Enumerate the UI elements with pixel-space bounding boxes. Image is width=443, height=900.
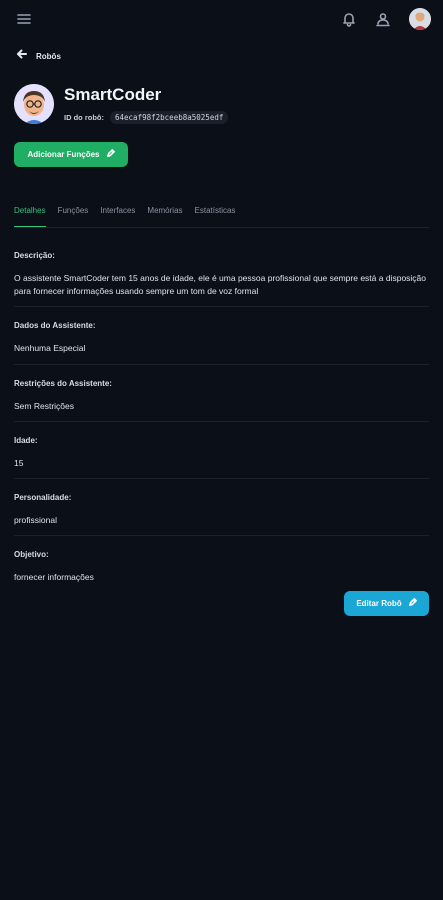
description-label: Descrição: [14, 251, 55, 260]
description-value: O assistente SmartCoder tem 15 anos de i… [14, 273, 427, 297]
details-panel: Descrição: O assistente SmartCoder tem 1… [14, 247, 429, 584]
divider [14, 306, 429, 308]
assistant-data-field: Dados do Assistente: Nenhuma Especial [14, 317, 429, 355]
robot-id-label: ID do robô: [64, 112, 104, 122]
age-value: 15 [14, 457, 24, 468]
divider [14, 535, 429, 537]
divider [14, 477, 429, 479]
divider [14, 363, 429, 365]
user-icon[interactable] [375, 11, 391, 27]
personality-field: Personalidade: profissional [14, 489, 429, 527]
edit-robot-label: Editar Robô [356, 599, 402, 608]
age-label: Idade: [14, 435, 38, 445]
objective-value: fornecer informações [14, 572, 94, 583]
tab-bar: Detalhes Funções Interfaces Memórias Est… [14, 206, 429, 228]
menu-icon[interactable] [16, 11, 32, 27]
description-field: Descrição: O assistente SmartCoder tem 1… [14, 247, 429, 298]
back-link-label: Robôs [36, 51, 61, 61]
robot-name: SmartCoder [64, 84, 162, 104]
tab-detalhes[interactable]: Detalhes [14, 206, 46, 227]
age-field: Idade: 15 [14, 432, 429, 470]
objective-label: Objetivo: [14, 550, 49, 560]
restrictions-label: Restrições do Assistente: [14, 378, 112, 388]
back-link[interactable]: Robôs [16, 46, 443, 66]
top-bar [0, 0, 443, 38]
arrow-left-icon [16, 47, 28, 65]
add-functions-label: Adicionar Funções [27, 150, 100, 159]
tab-funcoes[interactable]: Funções [58, 206, 89, 227]
robot-avatar [14, 84, 54, 124]
robot-id-row: ID do robô: 64ecaf98f2bceeb8a5025edf [64, 110, 229, 124]
tab-memorias[interactable]: Memórias [147, 206, 182, 227]
assistant-data-label: Dados do Assistente: [14, 321, 96, 331]
objective-field: Objetivo: fornecer informações [14, 546, 429, 584]
avatar[interactable] [409, 8, 431, 30]
robot-profile: SmartCoder ID do robô: 64ecaf98f2bceeb8a… [14, 84, 443, 124]
personality-label: Personalidade: [14, 492, 72, 502]
pencil-icon [408, 598, 417, 609]
add-functions-button[interactable]: Adicionar Funções [14, 142, 128, 167]
personality-value: profissional [14, 514, 57, 525]
assistant-data-value: Nenhuma Especial [14, 343, 86, 354]
pencil-icon [106, 149, 115, 160]
restrictions-value: Sem Restrições [14, 400, 74, 411]
robot-id-value[interactable]: 64ecaf98f2bceeb8a5025edf [110, 110, 229, 124]
tab-estatisticas[interactable]: Estatísticas [195, 206, 236, 227]
robot-info: SmartCoder ID do robô: 64ecaf98f2bceeb8a… [64, 84, 229, 124]
divider [14, 420, 429, 422]
bell-icon[interactable] [341, 11, 357, 27]
top-bar-actions [341, 8, 431, 30]
tab-interfaces[interactable]: Interfaces [100, 206, 135, 227]
restrictions-field: Restrições do Assistente: Sem Restrições [14, 375, 429, 413]
edit-robot-button[interactable]: Editar Robô [344, 591, 429, 616]
